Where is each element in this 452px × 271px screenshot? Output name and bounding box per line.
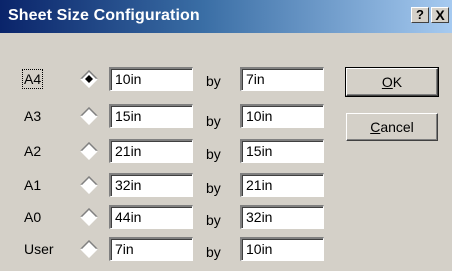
dialog-title: Sheet Size Configuration	[8, 7, 200, 24]
width-field-user[interactable]: 7in	[109, 237, 193, 261]
width-field-a4[interactable]: 10in	[109, 67, 193, 91]
size-label-a2[interactable]: A2	[24, 141, 68, 161]
height-field-a3[interactable]: 10in	[240, 104, 324, 128]
width-field-a0[interactable]: 44in	[109, 205, 193, 229]
by-label: by	[206, 180, 221, 196]
size-label-a4[interactable]: A4	[21, 69, 68, 89]
height-field-a2[interactable]: 15in	[240, 139, 324, 163]
height-field-a1[interactable]: 21in	[240, 173, 324, 197]
size-radio-a4[interactable]	[80, 70, 98, 88]
size-label-user[interactable]: User	[24, 239, 68, 259]
sheet-size-dialog: Sheet Size Configuration ? X A4 10in by …	[0, 0, 452, 271]
size-radio-user[interactable]	[80, 240, 98, 258]
width-field-a2[interactable]: 21in	[109, 139, 193, 163]
width-field-a3[interactable]: 15in	[109, 104, 193, 128]
size-radio-a0[interactable]	[80, 208, 98, 226]
by-label: by	[206, 212, 221, 228]
by-label: by	[206, 113, 221, 129]
ok-button[interactable]: OK	[345, 67, 439, 97]
cancel-button[interactable]: Cancel	[346, 113, 438, 141]
size-label-a1[interactable]: A1	[24, 175, 68, 195]
width-field-a1[interactable]: 32in	[109, 173, 193, 197]
help-button[interactable]: ?	[411, 7, 429, 23]
size-label-a0[interactable]: A0	[24, 207, 68, 227]
height-field-a4[interactable]: 7in	[240, 67, 324, 91]
size-radio-a2[interactable]	[80, 142, 98, 160]
height-field-a0[interactable]: 32in	[240, 205, 324, 229]
by-label: by	[206, 73, 221, 89]
size-label-a3[interactable]: A3	[24, 106, 68, 126]
by-label: by	[206, 244, 221, 260]
title-bar[interactable]: Sheet Size Configuration ? X	[0, 0, 452, 33]
close-button[interactable]: X	[431, 7, 449, 23]
size-radio-a1[interactable]	[80, 176, 98, 194]
size-radio-a3[interactable]	[80, 107, 98, 125]
by-label: by	[206, 146, 221, 162]
height-field-user[interactable]: 10in	[240, 237, 324, 261]
